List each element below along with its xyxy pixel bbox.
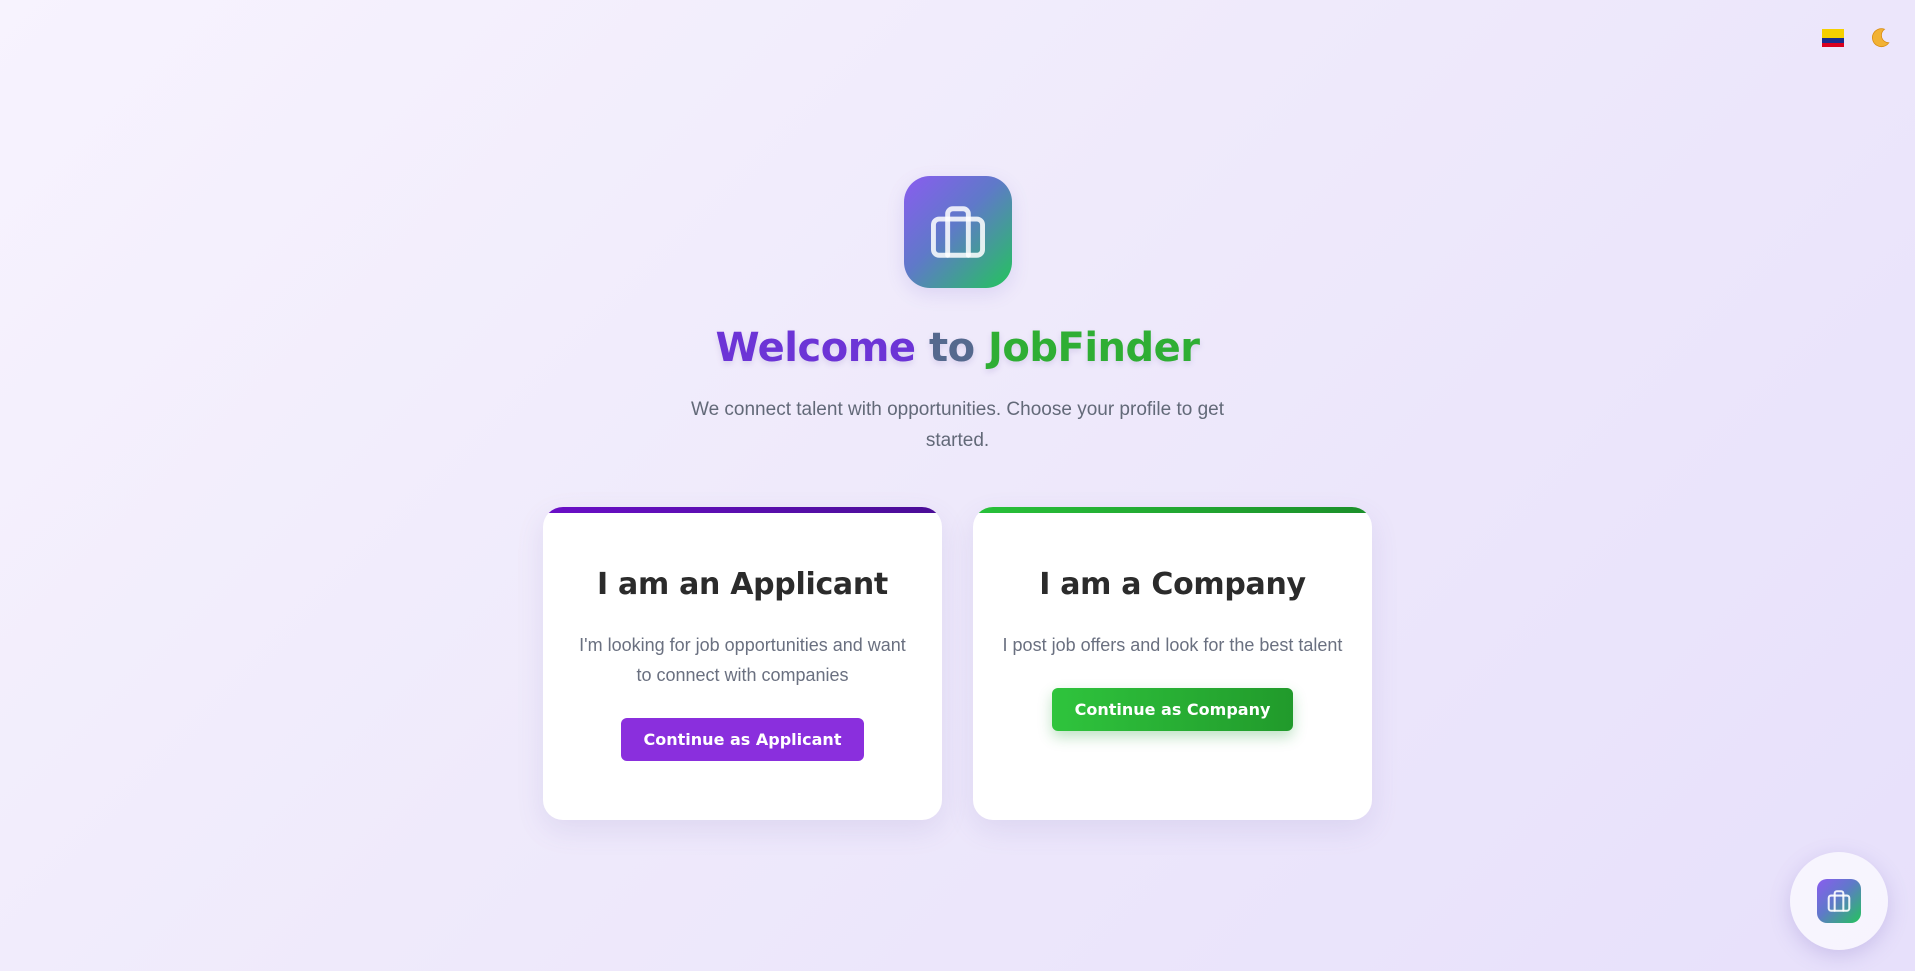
page-title: Welcome to JobFinder	[715, 325, 1200, 371]
page-subtitle: We connect talent with opportunities. Ch…	[690, 399, 1224, 451]
applicant-card: I am an Applicant I'm looking for job op…	[543, 507, 942, 820]
profile-cards: I am an Applicant I'm looking for job op…	[543, 507, 1372, 820]
continue-as-company-button[interactable]: Continue as Company	[1051, 688, 1294, 731]
colombia-flag-icon[interactable]	[1822, 29, 1844, 47]
briefcase-icon	[1827, 890, 1851, 912]
title-brand: JobFinder	[988, 325, 1200, 371]
company-card-title: I am a Company	[1039, 567, 1306, 602]
applicant-card-title: I am an Applicant	[597, 567, 888, 602]
logo	[903, 176, 1012, 288]
company-card-description: I post job offers and look for the best …	[1002, 635, 1343, 655]
theme-toggle-button[interactable]	[1866, 24, 1894, 52]
flag-stripe-yellow	[1822, 29, 1844, 38]
title-welcome: Welcome	[715, 325, 916, 371]
continue-as-applicant-button[interactable]: Continue as Applicant	[620, 718, 865, 761]
company-card-accent-bar	[973, 507, 1372, 513]
floating-action-button[interactable]	[1790, 852, 1888, 950]
moon-icon	[1872, 28, 1890, 48]
applicant-card-accent-bar	[543, 507, 942, 513]
fab-logo	[1817, 879, 1861, 923]
flag-stripe-red	[1822, 42, 1844, 47]
title-to: to	[928, 325, 975, 371]
applicant-card-description: I'm looking for job opportunities and wa…	[579, 635, 906, 685]
hero-section: Welcome to JobFinder We connect talent w…	[0, 176, 1915, 456]
top-controls	[1822, 24, 1894, 52]
company-card: I am a Company I post job offers and loo…	[973, 507, 1372, 820]
briefcase-icon	[930, 206, 985, 258]
